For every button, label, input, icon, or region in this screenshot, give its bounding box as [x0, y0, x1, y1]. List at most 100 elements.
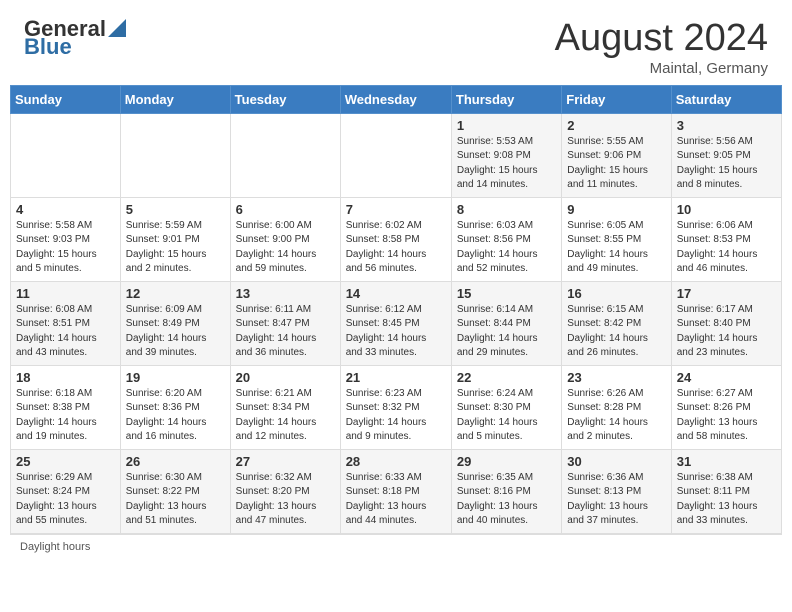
logo-blue: Blue — [24, 36, 72, 58]
day-info: Sunrise: 6:35 AM Sunset: 8:16 PM Dayligh… — [457, 471, 556, 529]
day-number: 17 — [677, 286, 776, 301]
day-number: 13 — [236, 286, 335, 301]
day-info: Sunrise: 6:27 AM Sunset: 8:26 PM Dayligh… — [677, 387, 776, 445]
calendar-cell: 15 Sunrise: 6:14 AM Sunset: 8:44 PM Dayli… — [451, 281, 561, 365]
calendar-cell: 11 Sunrise: 6:08 AM Sunset: 8:51 PM Dayli… — [11, 281, 121, 365]
day-number: 23 — [567, 370, 665, 385]
calendar-cell — [230, 113, 340, 197]
calendar-week-row: 18 Sunrise: 6:18 AM Sunset: 8:38 PM Dayli… — [11, 365, 782, 449]
day-info: Sunrise: 6:23 AM Sunset: 8:32 PM Dayligh… — [346, 387, 446, 445]
day-info: Sunrise: 5:53 AM Sunset: 9:08 PM Dayligh… — [457, 135, 556, 193]
day-info: Sunrise: 5:59 AM Sunset: 9:01 PM Dayligh… — [126, 219, 225, 277]
calendar-header-monday: Monday — [120, 85, 230, 113]
day-info: Sunrise: 6:09 AM Sunset: 8:49 PM Dayligh… — [126, 303, 225, 361]
calendar-cell: 3 Sunrise: 5:56 AM Sunset: 9:05 PM Daylig… — [671, 113, 781, 197]
calendar-cell: 18 Sunrise: 6:18 AM Sunset: 8:38 PM Dayli… — [11, 365, 121, 449]
logo: General Blue — [24, 18, 126, 58]
calendar-cell — [340, 113, 451, 197]
calendar-week-row: 11 Sunrise: 6:08 AM Sunset: 8:51 PM Dayli… — [11, 281, 782, 365]
day-number: 7 — [346, 202, 446, 217]
day-number: 10 — [677, 202, 776, 217]
day-info: Sunrise: 6:17 AM Sunset: 8:40 PM Dayligh… — [677, 303, 776, 361]
day-info: Sunrise: 6:24 AM Sunset: 8:30 PM Dayligh… — [457, 387, 556, 445]
calendar-week-row: 1 Sunrise: 5:53 AM Sunset: 9:08 PM Daylig… — [11, 113, 782, 197]
day-number: 22 — [457, 370, 556, 385]
calendar-cell: 24 Sunrise: 6:27 AM Sunset: 8:26 PM Dayli… — [671, 365, 781, 449]
day-info: Sunrise: 6:02 AM Sunset: 8:58 PM Dayligh… — [346, 219, 446, 277]
day-number: 18 — [16, 370, 115, 385]
calendar-cell: 21Sunrise: 6:23 AM Sunset: 8:32 PM Dayli… — [340, 365, 451, 449]
calendar-cell: 12 Sunrise: 6:09 AM Sunset: 8:49 PM Dayli… — [120, 281, 230, 365]
day-info: Sunrise: 6:30 AM Sunset: 8:22 PM Dayligh… — [126, 471, 225, 529]
calendar-cell: 31Sunrise: 6:38 AM Sunset: 8:11 PM Dayli… — [671, 449, 781, 533]
title-area: August 2024 Maintal, Germany — [555, 18, 768, 77]
day-number: 9 — [567, 202, 665, 217]
calendar-cell: 19Sunrise: 6:20 AM Sunset: 8:36 PM Dayli… — [120, 365, 230, 449]
day-info: Sunrise: 6:18 AM Sunset: 8:38 PM Dayligh… — [16, 387, 115, 445]
calendar-cell: 14Sunrise: 6:12 AM Sunset: 8:45 PM Dayli… — [340, 281, 451, 365]
day-number: 2 — [567, 118, 665, 133]
day-number: 12 — [126, 286, 225, 301]
location: Maintal, Germany — [555, 60, 768, 77]
calendar-cell: 8Sunrise: 6:03 AM Sunset: 8:56 PM Daylig… — [451, 197, 561, 281]
day-number: 20 — [236, 370, 335, 385]
calendar-header-sunday: Sunday — [11, 85, 121, 113]
calendar-header-saturday: Saturday — [671, 85, 781, 113]
calendar-header-wednesday: Wednesday — [340, 85, 451, 113]
header: General Blue August 2024 Maintal, German… — [0, 0, 792, 85]
calendar-cell: 10 Sunrise: 6:06 AM Sunset: 8:53 PM Dayli… — [671, 197, 781, 281]
calendar-cell: 5Sunrise: 5:59 AM Sunset: 9:01 PM Daylig… — [120, 197, 230, 281]
calendar-table: SundayMondayTuesdayWednesdayThursdayFrid… — [10, 85, 782, 534]
day-number: 28 — [346, 454, 446, 469]
calendar-header-thursday: Thursday — [451, 85, 561, 113]
day-number: 24 — [677, 370, 776, 385]
day-number: 11 — [16, 286, 115, 301]
day-info: Sunrise: 5:56 AM Sunset: 9:05 PM Dayligh… — [677, 135, 776, 193]
day-number: 30 — [567, 454, 665, 469]
day-number: 26 — [126, 454, 225, 469]
calendar-cell: 25 Sunrise: 6:29 AM Sunset: 8:24 PM Dayli… — [11, 449, 121, 533]
day-number: 14 — [346, 286, 446, 301]
calendar-cell: 6Sunrise: 6:00 AM Sunset: 9:00 PM Daylig… — [230, 197, 340, 281]
day-number: 25 — [16, 454, 115, 469]
day-number: 8 — [457, 202, 556, 217]
calendar-cell: 27Sunrise: 6:32 AM Sunset: 8:20 PM Dayli… — [230, 449, 340, 533]
day-info: Sunrise: 5:55 AM Sunset: 9:06 PM Dayligh… — [567, 135, 665, 193]
calendar-cell: 13Sunrise: 6:11 AM Sunset: 8:47 PM Dayli… — [230, 281, 340, 365]
day-info: Sunrise: 6:29 AM Sunset: 8:24 PM Dayligh… — [16, 471, 115, 529]
calendar-header-tuesday: Tuesday — [230, 85, 340, 113]
calendar-cell: 26 Sunrise: 6:30 AM Sunset: 8:22 PM Dayli… — [120, 449, 230, 533]
calendar-header-row: SundayMondayTuesdayWednesdayThursdayFrid… — [11, 85, 782, 113]
calendar-cell — [11, 113, 121, 197]
day-number: 31 — [677, 454, 776, 469]
calendar-cell: 30 Sunrise: 6:36 AM Sunset: 8:13 PM Dayli… — [562, 449, 671, 533]
calendar-cell: 22 Sunrise: 6:24 AM Sunset: 8:30 PM Dayli… — [451, 365, 561, 449]
logo-arrow-icon — [108, 19, 126, 37]
day-info: Sunrise: 6:06 AM Sunset: 8:53 PM Dayligh… — [677, 219, 776, 277]
month-year: August 2024 — [555, 18, 768, 60]
day-info: Sunrise: 6:20 AM Sunset: 8:36 PM Dayligh… — [126, 387, 225, 445]
day-info: Sunrise: 6:33 AM Sunset: 8:18 PM Dayligh… — [346, 471, 446, 529]
day-number: 6 — [236, 202, 335, 217]
day-info: Sunrise: 6:08 AM Sunset: 8:51 PM Dayligh… — [16, 303, 115, 361]
calendar-cell: 16 Sunrise: 6:15 AM Sunset: 8:42 PM Dayli… — [562, 281, 671, 365]
day-info: Sunrise: 6:05 AM Sunset: 8:55 PM Dayligh… — [567, 219, 665, 277]
calendar-cell: 28 Sunrise: 6:33 AM Sunset: 8:18 PM Dayli… — [340, 449, 451, 533]
calendar-cell: 2 Sunrise: 5:55 AM Sunset: 9:06 PM Daylig… — [562, 113, 671, 197]
day-info: Sunrise: 6:26 AM Sunset: 8:28 PM Dayligh… — [567, 387, 665, 445]
day-number: 15 — [457, 286, 556, 301]
calendar-cell: 4Sunrise: 5:58 AM Sunset: 9:03 PM Daylig… — [11, 197, 121, 281]
day-number: 1 — [457, 118, 556, 133]
day-info: Sunrise: 6:14 AM Sunset: 8:44 PM Dayligh… — [457, 303, 556, 361]
day-number: 27 — [236, 454, 335, 469]
day-info: Sunrise: 6:15 AM Sunset: 8:42 PM Dayligh… — [567, 303, 665, 361]
calendar-header-friday: Friday — [562, 85, 671, 113]
calendar-cell — [120, 113, 230, 197]
calendar-cell: 23 Sunrise: 6:26 AM Sunset: 8:28 PM Dayli… — [562, 365, 671, 449]
day-number: 3 — [677, 118, 776, 133]
calendar-cell: 20Sunrise: 6:21 AM Sunset: 8:34 PM Dayli… — [230, 365, 340, 449]
day-number: 4 — [16, 202, 115, 217]
calendar-cell: 29Sunrise: 6:35 AM Sunset: 8:16 PM Dayli… — [451, 449, 561, 533]
day-info: Sunrise: 6:36 AM Sunset: 8:13 PM Dayligh… — [567, 471, 665, 529]
day-number: 16 — [567, 286, 665, 301]
